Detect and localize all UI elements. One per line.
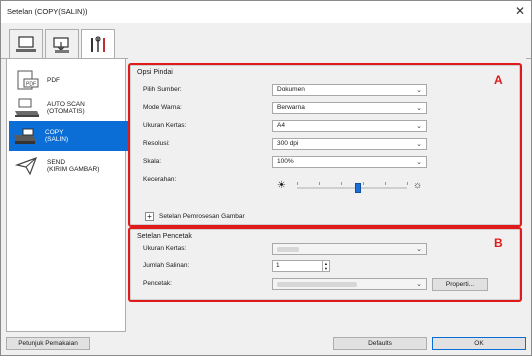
copy-icon [9, 123, 41, 149]
sidebar-item-pdf[interactable]: PDF PDF [11, 65, 127, 95]
pdf-icon: PDF [11, 67, 43, 93]
highlight-box-a [128, 63, 522, 227]
scanner-tray-icon [53, 36, 69, 53]
sidebar-item-copy[interactable]: COPY (SALIN) [9, 121, 131, 151]
tab-general-settings[interactable] [81, 29, 115, 60]
computer-scan-icon [16, 35, 36, 52]
title-bar: Setelan (COPY(SALIN)) ✕ [1, 1, 531, 23]
auto-scan-icon [11, 95, 43, 121]
svg-text:PDF: PDF [26, 82, 36, 88]
sidebar-item-label: SEND (KIRIM GAMBAR) [47, 159, 100, 173]
sidebar-item-label: PDF [47, 76, 60, 84]
tools-icon [91, 36, 105, 52]
sidebar-item-send[interactable]: SEND (KIRIM GAMBAR) [11, 151, 127, 181]
sidebar: PDF PDF AUTO SCAN (OTOMATIS) COPY (SALIN… [6, 58, 131, 332]
tab-bar [1, 23, 531, 60]
sidebar-item-auto-scan[interactable]: AUTO SCAN (OTOMATIS) [11, 93, 127, 123]
tab-scan-from-computer[interactable] [9, 29, 43, 59]
help-button-label: Petunjuk Pemakaian [18, 340, 78, 347]
tab-scan-from-panel[interactable] [45, 29, 79, 59]
marker-a: A [494, 73, 503, 87]
ok-button[interactable]: OK [432, 337, 526, 350]
sidebar-item-label: AUTO SCAN (OTOMATIS) [47, 101, 85, 115]
button-bar: Petunjuk Pemakaian Defaults OK [1, 334, 531, 355]
window-title: Setelan (COPY(SALIN)) [7, 7, 88, 16]
close-icon[interactable]: ✕ [515, 4, 525, 18]
highlight-box-b [128, 227, 522, 302]
marker-b: B [494, 236, 503, 250]
send-icon [11, 153, 43, 179]
settings-panel: Opsi Pindai Pilih Sumber: Dokumen ⌄ Mode… [128, 58, 526, 332]
sidebar-item-label: COPY (SALIN) [45, 129, 69, 143]
defaults-button[interactable]: Defaults [333, 337, 427, 350]
help-button[interactable]: Petunjuk Pemakaian [6, 337, 90, 350]
settings-window: Setelan (COPY(SALIN)) ✕ PDF PDF AUTO SCA… [0, 0, 532, 356]
